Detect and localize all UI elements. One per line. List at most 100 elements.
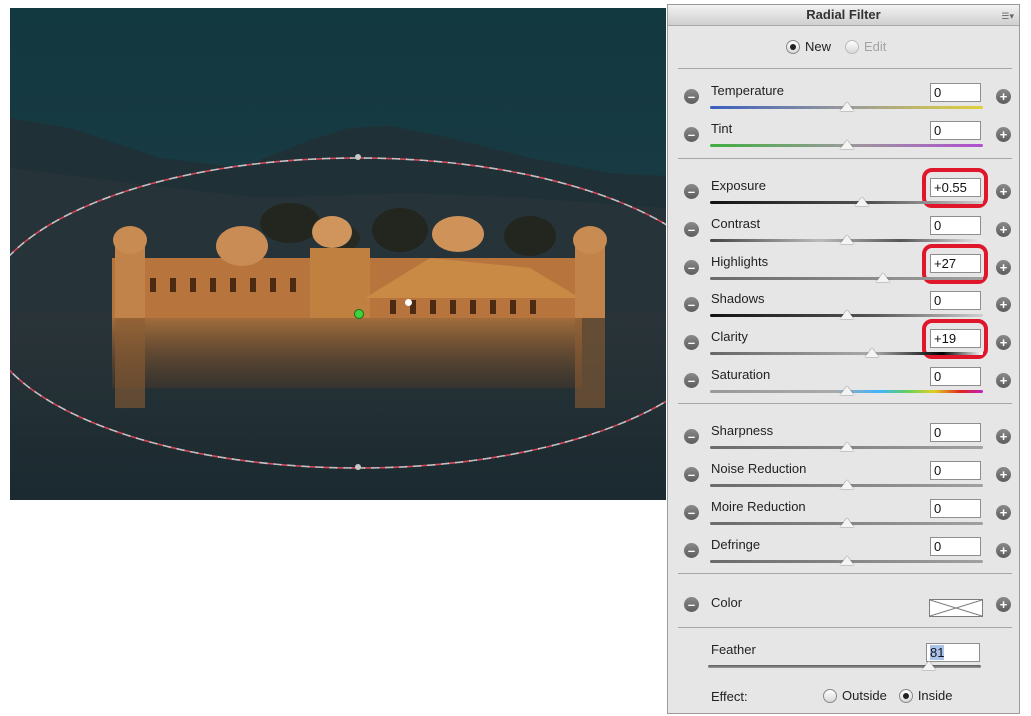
saturation-label: Saturation [711,367,771,382]
shadows-label: Shadows [711,291,765,306]
temperature-value-field[interactable]: 0 [930,83,981,102]
exposure-plus-icon[interactable]: + [996,184,1011,199]
noise-reduction-slider-thumb[interactable] [839,480,854,489]
edit-radio [845,39,860,54]
noise-reduction-label: Noise Reduction [711,461,807,476]
defringe-plus-icon[interactable]: + [996,543,1011,558]
sharpness-minus-icon[interactable]: – [684,429,699,444]
filter-pin-active[interactable] [354,309,364,319]
contrast-minus-icon[interactable]: – [684,222,699,237]
mask-handle-top[interactable] [355,154,361,160]
contrast-plus-icon[interactable]: + [996,222,1011,237]
moire-reduction-row: – Moire Reduction 0 + [668,497,1019,533]
panel-menu-icon[interactable]: ☰▾ [1001,6,1014,26]
clarity-plus-icon[interactable]: + [996,335,1011,350]
defringe-label: Defringe [711,537,761,552]
sharpness-row: – Sharpness 0 + [668,421,1019,457]
temperature-row: – Temperature 0 + [668,81,1019,117]
tint-value-field[interactable]: 0 [930,121,981,140]
feather-value-field[interactable]: 81 [926,643,980,662]
divider [678,158,1012,159]
highlights-slider-thumb[interactable] [876,273,891,282]
inside-radio[interactable] [898,688,913,703]
moire-reduction-label: Moire Reduction [711,499,806,514]
clarity-slider-track[interactable] [710,352,983,355]
new-radio[interactable] [786,39,800,54]
saturation-value-field[interactable]: 0 [930,367,981,386]
highlights-value-field[interactable]: +27 [930,254,981,273]
tint-plus-icon[interactable]: + [996,127,1011,142]
sharpness-value-field[interactable]: 0 [930,423,981,442]
no-color-icon [929,599,983,617]
sharpness-slider-thumb[interactable] [839,442,854,451]
tint-slider-thumb[interactable] [839,140,854,149]
temperature-minus-icon[interactable]: – [684,89,699,104]
highlights-slider-track[interactable] [710,277,983,280]
highlights-plus-icon[interactable]: + [996,260,1011,275]
shadows-value-field[interactable]: 0 [930,291,981,310]
defringe-value-field[interactable]: 0 [930,537,981,556]
color-plus-icon[interactable]: + [996,597,1011,612]
clarity-value-field[interactable]: +19 [930,329,981,348]
highlights-row: – Highlights +27 + [668,244,1019,288]
shadows-minus-icon[interactable]: – [684,297,699,312]
color-label: Color [711,595,743,610]
clarity-slider-thumb[interactable] [865,348,880,357]
exposure-slider-thumb[interactable] [854,197,869,206]
highlights-label: Highlights [711,254,769,269]
saturation-minus-icon[interactable]: – [684,373,699,388]
temperature-plus-icon[interactable]: + [996,89,1011,104]
radial-filter-panel: Radial Filter ☰▾ New Edit – Temperature 0 +… [667,4,1020,714]
noise-reduction-minus-icon[interactable]: – [684,467,699,482]
noise-reduction-plus-icon[interactable]: + [996,467,1011,482]
inside-label[interactable]: Inside [918,688,953,703]
defringe-minus-icon[interactable]: – [684,543,699,558]
exposure-row: – Exposure +0.55 + [668,168,1019,212]
contrast-slider-thumb[interactable] [839,235,854,244]
saturation-row: – Saturation 0 + [668,365,1019,401]
defringe-slider-thumb[interactable] [839,556,854,565]
mode-selector: New Edit [786,39,886,54]
feather-slider-track[interactable] [708,665,981,668]
clarity-label: Clarity [711,329,748,344]
clarity-minus-icon[interactable]: – [684,335,699,350]
tint-minus-icon[interactable]: – [684,127,699,142]
exposure-label: Exposure [711,178,766,193]
effect-selector: Outside Inside [823,688,953,703]
exposure-value-field[interactable]: +0.55 [930,178,981,197]
contrast-value-field[interactable]: 0 [930,216,981,235]
noise-reduction-row: – Noise Reduction 0 + [668,459,1019,495]
shadows-slider-thumb[interactable] [839,310,854,319]
shadows-plus-icon[interactable]: + [996,297,1011,312]
highlights-minus-icon[interactable]: – [684,260,699,275]
sharpness-label: Sharpness [711,423,774,438]
photo-canvas[interactable] [0,8,734,500]
saturation-plus-icon[interactable]: + [996,373,1011,388]
color-swatch[interactable] [929,599,983,617]
filter-pin[interactable] [405,299,412,306]
noise-reduction-value-field[interactable]: 0 [930,461,981,480]
new-label[interactable]: New [805,39,831,54]
contrast-label: Contrast [711,216,761,231]
moire-reduction-minus-icon[interactable]: – [684,505,699,520]
exposure-slider-track[interactable] [710,201,983,204]
outside-label[interactable]: Outside [842,688,887,703]
feather-slider-thumb[interactable] [922,661,937,670]
moire-reduction-value-field[interactable]: 0 [930,499,981,518]
exposure-minus-icon[interactable]: – [684,184,699,199]
sharpness-plus-icon[interactable]: + [996,429,1011,444]
color-minus-icon[interactable]: – [684,597,699,612]
divider [678,573,1012,574]
moire-reduction-plus-icon[interactable]: + [996,505,1011,520]
temperature-slider-thumb[interactable] [839,102,854,111]
mask-handle-bottom[interactable] [355,464,361,470]
saturation-slider-thumb[interactable] [839,386,854,395]
outside-radio[interactable] [823,688,837,703]
panel-header: Radial Filter ☰▾ [668,5,1019,26]
moire-reduction-slider-thumb[interactable] [839,518,854,527]
tint-row: – Tint 0 + [668,119,1019,155]
palace-photo [0,8,734,500]
defringe-row: – Defringe 0 + [668,535,1019,571]
edit-label: Edit [864,39,887,54]
feather-value: 81 [930,645,945,660]
